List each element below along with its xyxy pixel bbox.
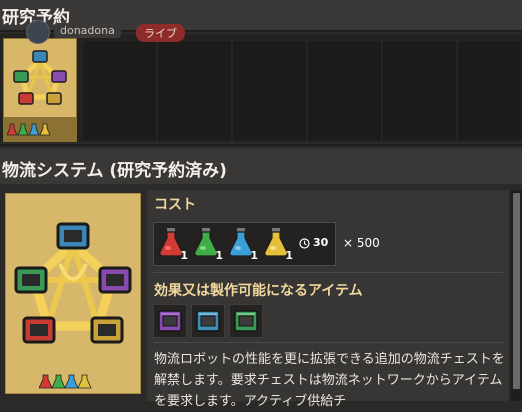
requester-chest-slot[interactable] xyxy=(191,304,225,338)
cost-multiplier: × 500 xyxy=(343,236,380,250)
ingredient-count: 1 xyxy=(285,249,293,262)
yellow-science-pack-cost[interactable]: 1 xyxy=(261,226,295,262)
section-divider xyxy=(0,144,522,146)
section-separator xyxy=(153,342,503,343)
logistic-system-tech-icon xyxy=(14,222,132,344)
research-time-value: 30 xyxy=(313,236,329,249)
empty-queue-slot xyxy=(307,40,382,142)
player-name: donadona xyxy=(54,23,121,38)
active-provider-chest-slot[interactable] xyxy=(153,304,187,338)
blue-science-pack-cost[interactable]: 1 xyxy=(226,226,260,262)
empty-queue-slot xyxy=(232,40,307,142)
science-packs-icon xyxy=(7,123,51,136)
ingredient-count: 1 xyxy=(215,249,223,262)
empty-queue-slot xyxy=(82,40,157,142)
active-provider-chest-icon xyxy=(158,310,182,332)
science-packs-icon xyxy=(39,374,92,389)
clock-icon xyxy=(299,238,310,249)
ingredient-count: 1 xyxy=(250,249,258,262)
queued-technology-card[interactable] xyxy=(3,38,77,142)
buffer-chest-slot[interactable] xyxy=(229,304,263,338)
technology-info-panel: コスト 1 1 1 1 30 × 500 効果又は製作可能になるアイテム 物流ロ… xyxy=(147,190,509,409)
cost-heading: コスト xyxy=(154,197,196,213)
technology-card[interactable] xyxy=(5,193,141,394)
green-science-pack-cost[interactable]: 1 xyxy=(191,226,225,262)
buffer-chest-icon xyxy=(234,310,258,332)
red-science-pack-cost[interactable]: 1 xyxy=(156,226,190,262)
effects-heading: 効果又は製作可能になるアイテム xyxy=(154,283,363,299)
player-avatar xyxy=(26,20,50,44)
empty-queue-slot xyxy=(382,40,457,142)
technology-title: 物流システム (研究予約済み) xyxy=(2,161,227,181)
technology-header: 物流システム (研究予約済み) xyxy=(0,148,522,184)
ingredient-count: 1 xyxy=(180,249,188,262)
info-scrollbar[interactable] xyxy=(511,190,522,401)
scrollbar-thumb[interactable] xyxy=(513,193,520,389)
requester-chest-icon xyxy=(196,310,220,332)
live-status-badge: ライブ xyxy=(136,24,185,42)
empty-queue-slot xyxy=(157,40,232,142)
cost-box: 1 1 1 1 30 xyxy=(153,222,336,266)
technology-description: 物流ロボットの性能を更に拡張できる追加の物流チェストを解禁します。要求チェストは… xyxy=(154,352,505,409)
queued-card-footer xyxy=(4,117,76,141)
logistic-system-tech-icon xyxy=(13,50,67,105)
section-separator xyxy=(153,272,503,273)
empty-queue-slot xyxy=(457,40,522,142)
